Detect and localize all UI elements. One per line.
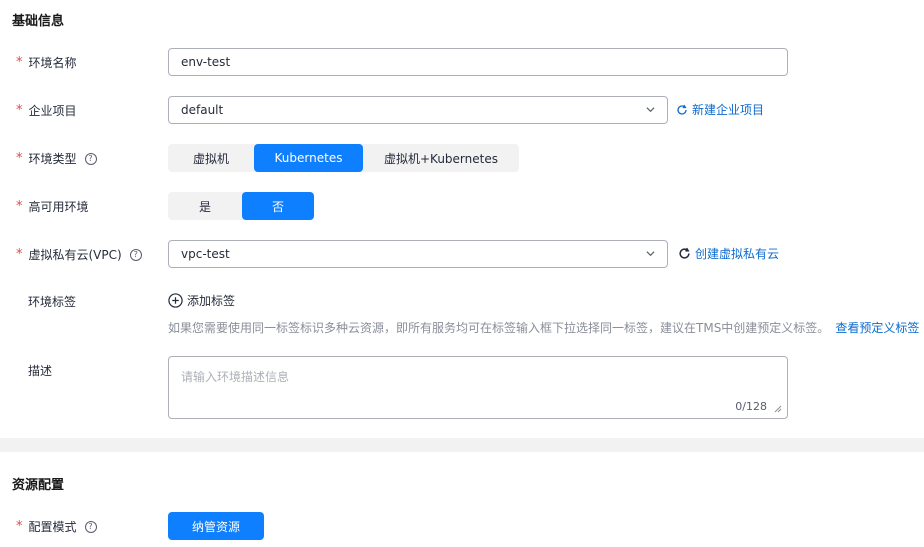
desc-placeholder: 请输入环境描述信息 (181, 370, 290, 384)
vpc-label-text: 虚拟私有云(VPC) (28, 248, 122, 262)
section-title-resource: 资源配置 (12, 478, 65, 493)
env-name-label: * 环境名称 (16, 54, 77, 71)
env-type-option-k8s[interactable]: Kubernetes (254, 144, 363, 172)
enterprise-project-label: * 企业项目 (16, 102, 77, 119)
help-icon[interactable]: ? (84, 152, 97, 165)
mode-label-text: 配置模式 (28, 520, 77, 534)
required-mark: * (16, 519, 23, 534)
env-name-value: env-test (181, 55, 231, 69)
required-mark: * (16, 247, 23, 262)
tags-label: 环境标签 (28, 295, 77, 309)
required-mark: * (16, 199, 23, 214)
vpc-value: vpc-test (181, 247, 230, 261)
enterprise-project-label-text: 企业项目 (28, 104, 77, 118)
refresh-icon[interactable] (676, 104, 688, 116)
refresh-icon[interactable] (678, 247, 691, 260)
env-name-label-text: 环境名称 (28, 56, 77, 70)
section-title-basic: 基础信息 (12, 14, 65, 29)
resize-grip-icon[interactable] (774, 405, 782, 413)
section-divider (0, 438, 924, 452)
env-type-segmented: 虚拟机 Kubernetes 虚拟机+Kubernetes (168, 144, 519, 172)
view-predefined-tags-link[interactable]: 查看预定义标签 (835, 321, 919, 335)
tags-hint-text: 如果您需要使用同一标签标识多种云资源，即所有服务均可在标签输入框下拉选择同一标签… (168, 321, 830, 335)
vpc-label: * 虚拟私有云(VPC) ? (16, 246, 142, 263)
env-name-input[interactable]: env-test (168, 48, 788, 76)
desc-char-count: 0/128 (735, 400, 767, 413)
env-type-label-text: 环境类型 (28, 152, 77, 166)
help-icon[interactable]: ? (84, 520, 97, 533)
env-type-label: * 环境类型 ? (16, 150, 97, 167)
chevron-down-icon (646, 251, 655, 257)
ha-option-yes[interactable]: 是 (168, 192, 242, 220)
env-type-option-vm[interactable]: 虚拟机 (168, 144, 254, 172)
create-vpc-link[interactable]: 创建虚拟私有云 (678, 245, 779, 262)
chevron-down-icon (646, 107, 655, 113)
env-type-option-vm-k8s[interactable]: 虚拟机+Kubernetes (363, 144, 519, 172)
ha-segmented: 是 否 (168, 192, 314, 220)
add-tag-text[interactable]: 添加标签 (187, 292, 235, 309)
ha-label-text: 高可用环境 (28, 200, 89, 214)
vpc-select[interactable]: vpc-test (168, 240, 668, 268)
manage-resource-button[interactable]: 纳管资源 (168, 512, 264, 540)
desc-textarea[interactable]: 请输入环境描述信息 0/128 (168, 356, 788, 419)
mode-label: * 配置模式 ? (16, 518, 97, 535)
ha-label: * 高可用环境 (16, 198, 89, 215)
create-enterprise-project-text[interactable]: 新建企业项目 (692, 101, 764, 118)
plus-circle-icon (168, 293, 183, 308)
required-mark: * (16, 103, 23, 118)
help-icon[interactable]: ? (129, 248, 142, 261)
create-vpc-text[interactable]: 创建虚拟私有云 (695, 245, 779, 262)
add-tag-button[interactable]: 添加标签 (168, 292, 235, 309)
ha-option-no[interactable]: 否 (242, 192, 314, 220)
desc-label: 描述 (28, 364, 53, 378)
enterprise-project-value: default (181, 103, 224, 117)
enterprise-project-select[interactable]: default (168, 96, 668, 124)
create-enterprise-project-link[interactable]: 新建企业项目 (676, 101, 764, 118)
tags-hint: 如果您需要使用同一标签标识多种云资源，即所有服务均可在标签输入框下拉选择同一标签… (168, 319, 919, 336)
required-mark: * (16, 55, 23, 70)
required-mark: * (16, 151, 23, 166)
